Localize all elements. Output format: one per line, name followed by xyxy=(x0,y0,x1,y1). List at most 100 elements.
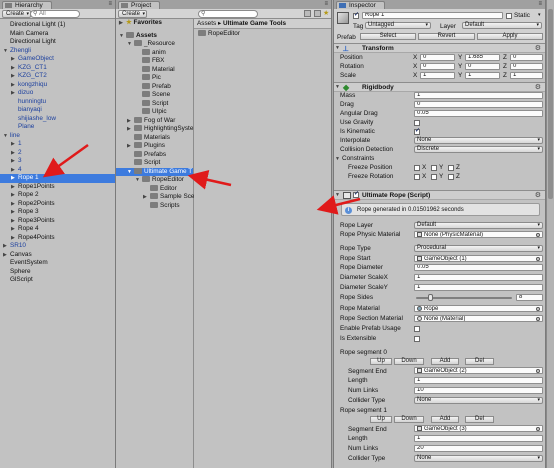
hierarchy-item[interactable]: Plane xyxy=(0,123,115,132)
hierarchy-item[interactable]: ▶ Rope 1 xyxy=(0,174,115,183)
folder-item[interactable]: Script xyxy=(116,159,193,168)
prefab-select-button[interactable]: Select xyxy=(360,33,416,40)
layer-dropdown[interactable]: Default xyxy=(462,22,542,29)
expand-icon[interactable]: ▶ xyxy=(143,193,150,202)
segment-0-del-button[interactable]: Del xyxy=(465,358,494,365)
hierarchy-item[interactable]: Main Camera xyxy=(0,30,115,39)
diameter-scalex-field[interactable]: 1 xyxy=(414,274,543,281)
expand-icon[interactable]: ▶ xyxy=(11,81,18,90)
prefab-apply-button[interactable]: Apply xyxy=(477,33,543,40)
hierarchy-item[interactable]: ▶ 3 xyxy=(0,157,115,166)
rope-start-field[interactable]: GameObject (1) xyxy=(414,255,543,262)
expand-icon[interactable]: ▶ xyxy=(119,19,126,28)
expand-icon[interactable]: ▶ xyxy=(11,174,18,183)
enable-prefab-usage-checkbox[interactable] xyxy=(414,326,420,332)
freeze-rot-z-checkbox[interactable] xyxy=(448,174,454,180)
folder-item[interactable]: ▶ Sample Sce xyxy=(116,193,194,202)
rope-material-field[interactable]: Rope xyxy=(414,305,543,312)
folder-item[interactable]: Editor xyxy=(116,184,193,194)
position-x-field[interactable]: 0 xyxy=(420,54,455,61)
file-item[interactable]: RopeEditor xyxy=(194,30,331,39)
use-gravity-checkbox[interactable] xyxy=(414,120,420,126)
favorites-row[interactable]: ▶ ★ Favorites xyxy=(116,19,193,28)
expand-icon[interactable]: ▶ xyxy=(3,242,10,251)
expand-icon[interactable]: ▶ xyxy=(11,225,18,234)
scale-z-field[interactable]: 1 xyxy=(510,72,543,79)
collapse-icon[interactable]: ▼ xyxy=(335,156,342,162)
object-picker-icon[interactable] xyxy=(536,307,540,311)
hierarchy-item[interactable]: hunningtu xyxy=(0,98,115,107)
rope-layer-dropdown[interactable]: Default xyxy=(414,222,543,229)
static-checkbox[interactable] xyxy=(506,13,512,19)
expand-icon[interactable]: ▶ xyxy=(11,140,18,149)
rope-diameter-field[interactable]: 0.05 xyxy=(414,264,543,271)
tab-menu-icon[interactable]: ≡ xyxy=(324,1,328,7)
filter-type-icon[interactable] xyxy=(304,10,311,17)
collapse-icon[interactable]: ▼ xyxy=(3,47,10,56)
expand-icon[interactable]: ▶ xyxy=(11,183,18,192)
rope-section-material-field[interactable]: None (Material) xyxy=(414,315,543,322)
folder-item[interactable]: Prefab xyxy=(116,82,193,92)
hierarchy-item[interactable]: ▼ line xyxy=(0,132,115,141)
is-kinematic-checkbox[interactable] xyxy=(414,127,420,135)
rotation-z-field[interactable]: 0 xyxy=(510,63,543,70)
filter-label-icon[interactable] xyxy=(314,10,321,17)
folder-item[interactable]: FBX xyxy=(116,57,193,66)
collapse-icon[interactable]: ▼ xyxy=(119,32,126,41)
constraints-label[interactable]: ▼ Constraints xyxy=(335,155,374,162)
hierarchy-item[interactable]: Directional Light (1) xyxy=(0,21,115,30)
folder-item[interactable]: Scripts xyxy=(116,201,193,211)
position-z-field[interactable]: 0 xyxy=(510,54,543,61)
hierarchy-item[interactable]: ▶ KZG_CT1 xyxy=(0,64,115,73)
folder-item[interactable]: Script xyxy=(116,99,193,109)
position-y-field[interactable]: 1.685 xyxy=(465,54,500,61)
folder-item[interactable]: Prefabs xyxy=(116,150,193,160)
expand-icon[interactable]: ▶ xyxy=(11,191,18,200)
object-name-field[interactable]: Rope 1 xyxy=(362,12,503,19)
transform-header[interactable]: ▼ ⟂ Transform ⚙ xyxy=(334,43,545,53)
expand-icon[interactable]: ▶ xyxy=(11,55,18,64)
hierarchy-item[interactable]: Directional Light xyxy=(0,38,115,47)
segment-0-length-field[interactable]: 1 xyxy=(414,377,543,384)
expand-icon[interactable]: ▶ xyxy=(11,234,18,243)
tab-menu-icon[interactable]: ≡ xyxy=(538,1,542,7)
hierarchy-item[interactable]: ▶ Rope4Points xyxy=(0,234,115,243)
hierarchy-item[interactable]: ▶ kongzhiqu xyxy=(0,81,115,90)
project-search-input[interactable]: ⚲ xyxy=(198,10,258,18)
segment-0-down-button[interactable]: Down xyxy=(394,358,424,365)
folder-item[interactable]: ▶ Plugins xyxy=(116,142,193,151)
object-picker-icon[interactable] xyxy=(536,427,540,431)
collapse-icon[interactable]: ▼ xyxy=(335,44,342,53)
expand-icon[interactable]: ▶ xyxy=(127,142,134,151)
prefab-revert-button[interactable]: Revert xyxy=(418,33,475,40)
is-extensible-checkbox[interactable] xyxy=(414,336,420,342)
tab-hierarchy[interactable]: Hierarchy xyxy=(2,1,52,9)
freeze-pos-z-checkbox[interactable] xyxy=(448,165,454,171)
hierarchy-item[interactable]: ▶ Rope3Points xyxy=(0,217,115,226)
hierarchy-item[interactable]: ▶ Rope 4 xyxy=(0,225,115,234)
hierarchy-item[interactable]: bianyaqi xyxy=(0,106,115,115)
hierarchy-item[interactable]: shijiashe_low xyxy=(0,115,115,124)
tab-menu-icon[interactable]: ≡ xyxy=(108,1,112,7)
segment-0-end-field[interactable]: GameObject (2) xyxy=(414,367,543,374)
collision-detection-dropdown[interactable]: Discrete xyxy=(414,146,543,153)
hierarchy-search-input[interactable]: ⚲ All xyxy=(30,10,80,18)
freeze-pos-x-checkbox[interactable] xyxy=(414,165,420,171)
hierarchy-item[interactable]: ▶ Canvas xyxy=(0,251,115,260)
expand-icon[interactable]: ▶ xyxy=(11,72,18,81)
expand-icon[interactable]: ▶ xyxy=(11,166,18,175)
angular-drag-field[interactable]: 0.05 xyxy=(414,110,543,117)
object-picker-icon[interactable] xyxy=(536,257,540,261)
segment-1-collider-type-dropdown[interactable]: None xyxy=(414,455,543,462)
scale-y-field[interactable]: 1 xyxy=(465,72,500,79)
hierarchy-item[interactable]: ▼ Zhengli xyxy=(0,47,115,56)
rope-physic-material-field[interactable]: None (PhysicMaterial) xyxy=(414,231,543,238)
folder-item[interactable]: anim xyxy=(116,48,193,58)
expand-icon[interactable]: ▶ xyxy=(11,157,18,166)
folder-item[interactable]: ▼ RopeEditor xyxy=(116,176,193,185)
folder-item[interactable]: ▶ HighlightingSyste xyxy=(116,125,193,134)
expand-icon[interactable]: ▶ xyxy=(11,89,18,98)
segment-1-add-button[interactable]: Add xyxy=(431,416,459,423)
object-picker-icon[interactable] xyxy=(536,233,540,237)
collapse-icon[interactable]: ▼ xyxy=(335,83,342,92)
